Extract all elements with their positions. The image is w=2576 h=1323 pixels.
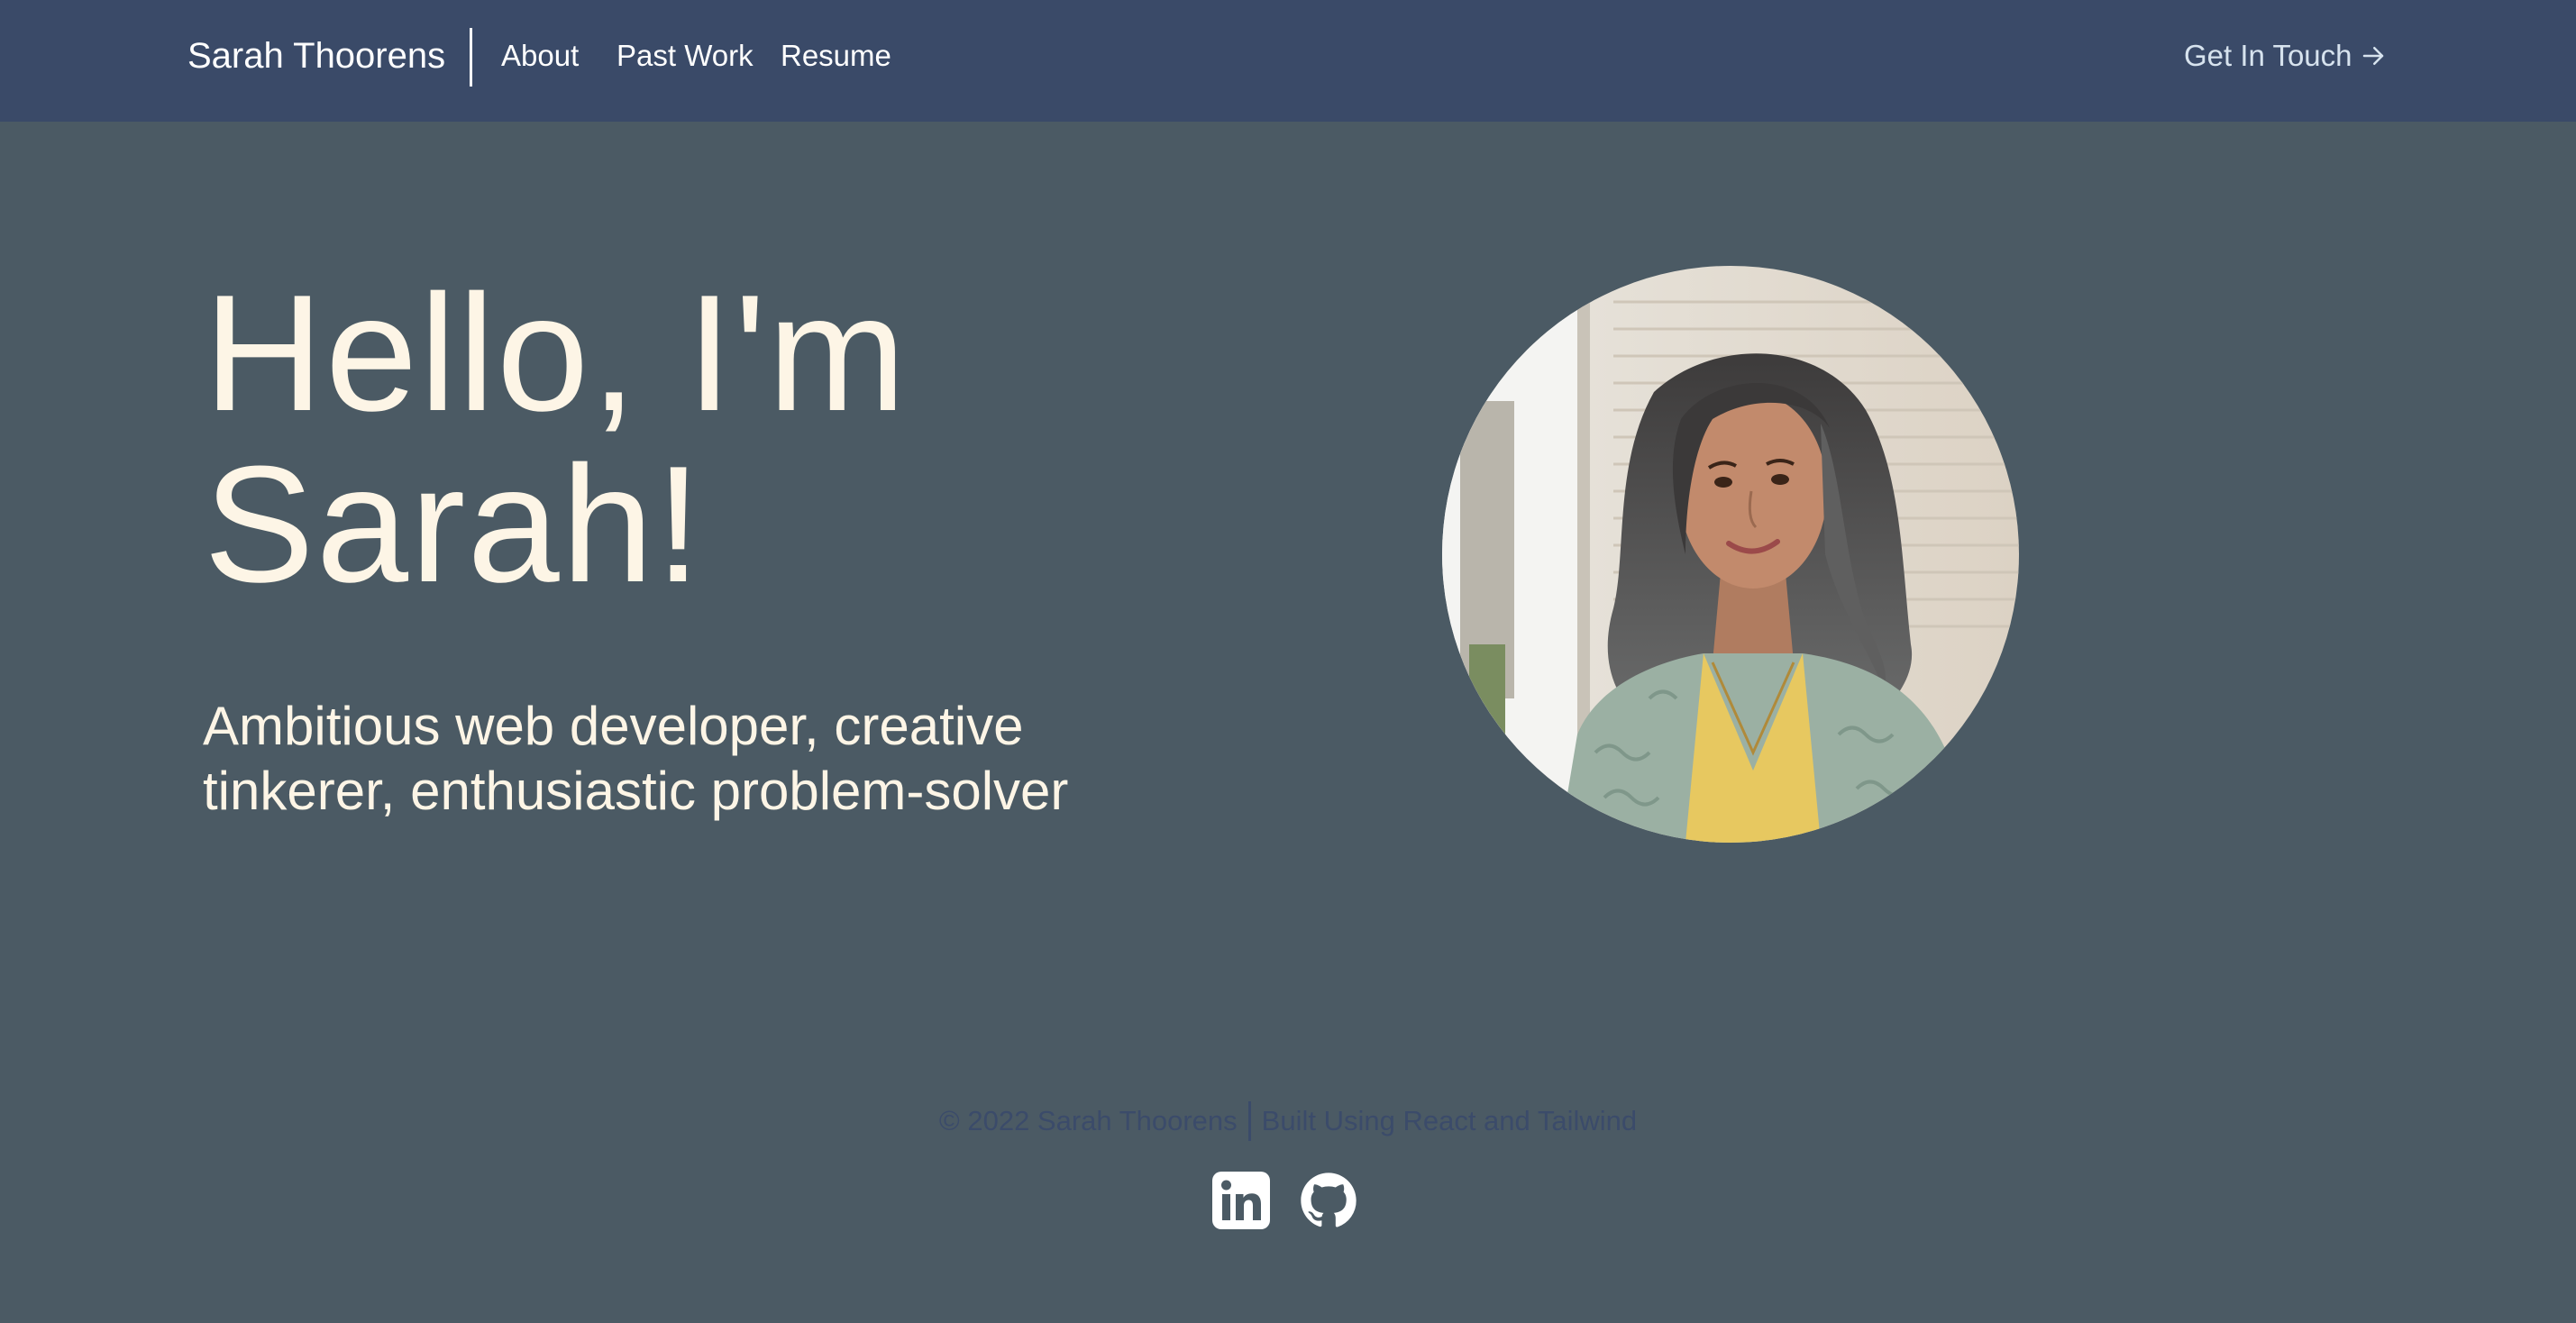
hero-subtitle-line-2: tinkerer, enthusiastic problem-solver	[203, 761, 1069, 821]
get-in-touch-label: Get In Touch	[2184, 39, 2352, 72]
github-icon[interactable]	[1300, 1172, 1357, 1229]
hero-title: Hello, I'm Sarah!	[204, 267, 908, 609]
site-brand[interactable]: Sarah Thoorens	[187, 0, 445, 112]
footer-credits: © 2022 Sarah Thoorens Built Using React a…	[0, 1099, 2576, 1143]
hero-title-line-2: Sarah!	[204, 431, 704, 616]
get-in-touch-link[interactable]: Get In Touch	[2184, 0, 2387, 112]
footer-built-with: Built Using React and Tailwind	[1261, 1105, 1638, 1136]
profile-photo-illustration	[1442, 266, 2019, 843]
nav-past-work[interactable]: Past Work	[617, 0, 754, 112]
hero-title-line-1: Hello, I'm	[204, 260, 909, 445]
header-divider	[470, 28, 472, 87]
linkedin-icon[interactable]	[1212, 1172, 1270, 1229]
arrow-right-icon	[2362, 47, 2383, 66]
nav-resume[interactable]: Resume	[781, 0, 891, 112]
profile-photo	[1442, 266, 2019, 843]
hero-subtitle-line-1: Ambitious web developer, creative	[203, 696, 1024, 756]
nav-about[interactable]: About	[501, 0, 579, 112]
hero-subtitle: Ambitious web developer, creative tinkere…	[203, 694, 1149, 824]
footer-copyright: © 2022 Sarah Thoorens	[938, 1105, 1238, 1136]
site-header: Sarah Thoorens About Past Work Resume Ge…	[0, 0, 2576, 122]
footer-divider	[1247, 1100, 1251, 1141]
